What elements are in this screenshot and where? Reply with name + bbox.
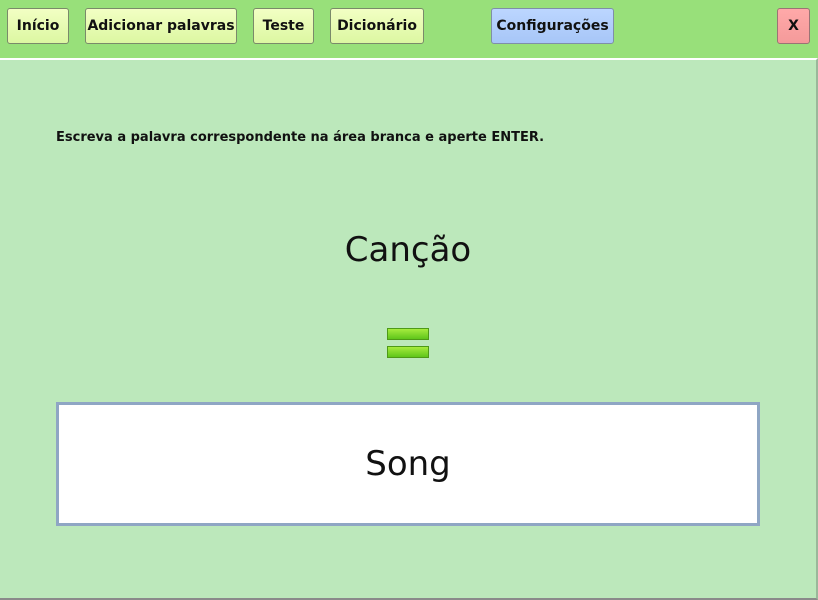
answer-input[interactable] xyxy=(59,405,757,523)
dictionary-button[interactable]: Dicionário xyxy=(330,8,424,44)
equals-icon-bottom-bar xyxy=(387,346,429,358)
prompt-word: Canção xyxy=(344,230,472,270)
home-button[interactable]: Início xyxy=(7,8,69,44)
quiz-panel: Escreva a palavra correspondente na área… xyxy=(0,58,818,600)
settings-button[interactable]: Configurações xyxy=(491,8,614,44)
top-toolbar: Início Adicionar palavras Teste Dicionár… xyxy=(0,0,818,58)
equals-icon-top-bar xyxy=(387,328,429,340)
equals-icon xyxy=(387,328,429,361)
instruction-text: Escreva a palavra correspondente na área… xyxy=(56,130,545,145)
close-button[interactable]: X xyxy=(777,8,810,44)
test-button[interactable]: Teste xyxy=(253,8,314,44)
add-words-button[interactable]: Adicionar palavras xyxy=(85,8,237,44)
answer-box xyxy=(56,402,760,526)
